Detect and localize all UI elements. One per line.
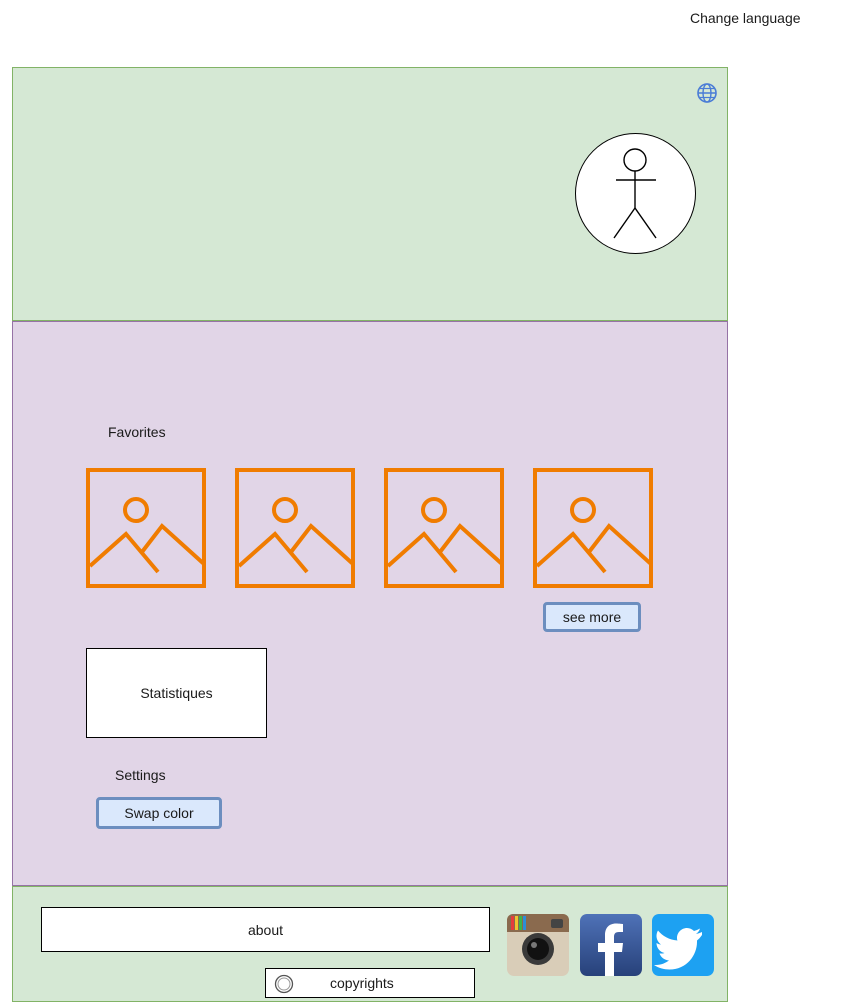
copyrights-label: copyrights [330, 975, 394, 991]
favorite-image-2[interactable] [235, 468, 357, 590]
copyright-icon [274, 974, 294, 994]
see-more-button[interactable]: see more [543, 602, 641, 632]
favorite-image-1[interactable] [86, 468, 208, 590]
change-language-annotation: Change language [690, 10, 801, 26]
twitter-icon[interactable] [652, 914, 714, 976]
favorites-heading: Favorites [108, 424, 166, 440]
stick-figure-icon [613, 148, 657, 239]
about-link[interactable]: about [41, 907, 490, 952]
avatar[interactable] [575, 133, 696, 254]
swap-color-button[interactable]: Swap color [96, 797, 222, 829]
copyrights-box: copyrights [265, 968, 475, 998]
instagram-icon[interactable] [507, 914, 569, 976]
favorite-image-3[interactable] [384, 468, 506, 590]
globe-icon[interactable] [695, 81, 719, 105]
favorite-image-4[interactable] [533, 468, 655, 590]
statistics-box[interactable]: Statistiques [86, 648, 267, 738]
facebook-icon[interactable] [580, 914, 642, 976]
settings-heading: Settings [115, 767, 166, 783]
